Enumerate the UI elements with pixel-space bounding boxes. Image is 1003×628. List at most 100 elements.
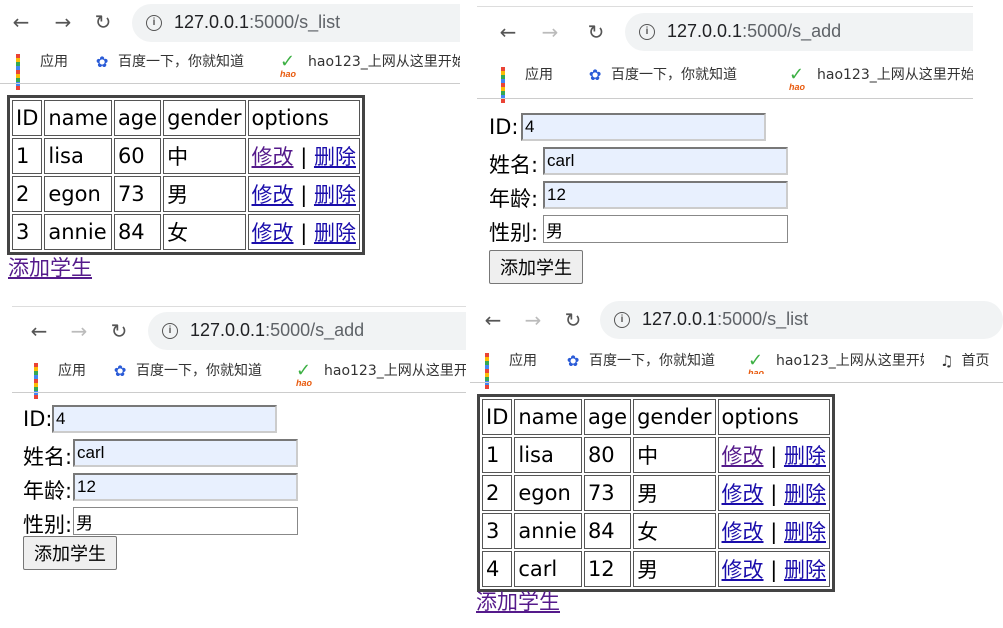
bookmark-baidu[interactable]: ✿ 百度一下，你就知道 bbox=[94, 49, 244, 75]
name-field[interactable] bbox=[73, 439, 298, 467]
bookmark-hao123[interactable]: ✓ hao hao123_上网从这里开始 bbox=[294, 358, 466, 388]
age-field[interactable] bbox=[543, 181, 788, 209]
table-row: 1 lisa 80 中 修改 | 删除 bbox=[482, 437, 830, 473]
table-row: 3 annie 84 女 修改 | 删除 bbox=[482, 513, 830, 549]
back-icon[interactable]: ← bbox=[482, 300, 504, 340]
browser-window-list-1: ← → ↻ i 127.0.0.1:5000/s_list 应用 ✿ 百度一下，你… bbox=[0, 0, 460, 285]
add-student-link[interactable]: 添加学生 bbox=[8, 252, 92, 282]
address-bar[interactable]: i 127.0.0.1:5000/s_add bbox=[625, 13, 973, 51]
back-icon[interactable]: ← bbox=[497, 12, 519, 52]
reload-icon[interactable]: ↻ bbox=[92, 2, 114, 42]
header-options: options bbox=[247, 100, 360, 136]
cell-name: lisa bbox=[44, 138, 112, 174]
cell-id: 3 bbox=[12, 214, 43, 250]
bookmark-apps[interactable]: 应用 bbox=[16, 49, 68, 90]
delete-link[interactable]: 删除 bbox=[784, 444, 826, 468]
table-header-row: ID name age gender options bbox=[482, 399, 830, 435]
header-gender: gender bbox=[163, 100, 246, 136]
submit-button[interactable]: 添加学生 bbox=[23, 536, 117, 570]
forward-icon[interactable]: → bbox=[68, 311, 90, 351]
cell-id: 2 bbox=[12, 176, 43, 212]
bookmark-apps[interactable]: 应用 bbox=[34, 358, 86, 399]
hao123-icon: ✓ hao bbox=[280, 51, 297, 79]
cell-name: lisa bbox=[514, 437, 582, 473]
edit-link[interactable]: 修改 bbox=[252, 145, 294, 169]
bookmark-apps[interactable]: 应用 bbox=[501, 62, 553, 103]
bookmarks-bar: 应用 ✿ 百度一下，你就知道 ✓ hao hao123_上网从这里开始 bbox=[477, 62, 973, 103]
apps-grid-icon bbox=[485, 353, 501, 389]
address-bar[interactable]: i 127.0.0.1:5000/s_list bbox=[132, 4, 460, 42]
form-row-id: ID: bbox=[23, 404, 323, 438]
name-field[interactable] bbox=[543, 147, 788, 175]
bookmark-baidu[interactable]: ✿ 百度一下，你就知道 bbox=[565, 348, 715, 374]
id-field[interactable] bbox=[52, 405, 277, 433]
cell-gender: 女 bbox=[633, 513, 716, 549]
cell-age: 73 bbox=[113, 176, 162, 212]
forward-icon[interactable]: → bbox=[539, 12, 561, 52]
browser-window-list-2: ← → ↻ i 127.0.0.1:5000/s_list 应用 ✿ 百度一下，你… bbox=[470, 300, 1003, 628]
back-icon[interactable]: ← bbox=[28, 311, 50, 351]
edit-link[interactable]: 修改 bbox=[252, 221, 294, 245]
add-student-link[interactable]: 添加学生 bbox=[476, 586, 560, 616]
edit-link[interactable]: 修改 bbox=[722, 482, 764, 506]
delete-link[interactable]: 删除 bbox=[314, 221, 356, 245]
delete-link[interactable]: 删除 bbox=[784, 482, 826, 506]
cell-id: 2 bbox=[482, 475, 513, 511]
cell-name: egon bbox=[44, 176, 112, 212]
gender-label: 性别: bbox=[489, 221, 539, 245]
hao123-icon: ✓ hao bbox=[789, 64, 806, 92]
info-icon: i bbox=[639, 24, 655, 40]
bookmark-apps[interactable]: 应用 bbox=[485, 348, 537, 389]
toolbar: ← → ↻ i 127.0.0.1:5000/s_add bbox=[0, 311, 466, 351]
form-row-gender: 性别: bbox=[23, 506, 323, 540]
url-text: 127.0.0.1:5000/s_add bbox=[190, 320, 365, 340]
bookmark-hao123[interactable]: ✓ hao hao123_上网从这里开始 bbox=[746, 348, 924, 374]
edit-link[interactable]: 修改 bbox=[252, 183, 294, 207]
cell-id: 4 bbox=[482, 551, 513, 587]
bookmark-home[interactable]: ♫ 首页 bbox=[940, 348, 989, 374]
header-options: options bbox=[717, 399, 830, 435]
gender-field[interactable] bbox=[543, 215, 788, 243]
cell-age: 12 bbox=[583, 551, 632, 587]
gender-label: 性别: bbox=[23, 513, 73, 537]
add-student-form: ID: 姓名: 年龄: 性别: 添加学生 bbox=[489, 112, 809, 284]
id-field[interactable] bbox=[521, 113, 766, 141]
cell-options: 修改 | 删除 bbox=[247, 138, 360, 174]
delete-link[interactable]: 删除 bbox=[784, 520, 826, 544]
edit-link[interactable]: 修改 bbox=[722, 520, 764, 544]
bookmark-baidu[interactable]: ✿ 百度一下，你就知道 bbox=[112, 358, 262, 384]
edit-link[interactable]: 修改 bbox=[722, 558, 764, 582]
form-row-name: 姓名: bbox=[489, 146, 809, 180]
reload-icon[interactable]: ↻ bbox=[562, 300, 584, 340]
delete-link[interactable]: 删除 bbox=[784, 558, 826, 582]
cell-id: 1 bbox=[482, 437, 513, 473]
link-separator: | bbox=[770, 444, 778, 468]
age-field[interactable] bbox=[73, 473, 298, 501]
bookmark-baidu[interactable]: ✿ 百度一下，你就知道 bbox=[587, 62, 737, 88]
header-name: name bbox=[44, 100, 112, 136]
info-icon: i bbox=[162, 323, 178, 339]
toolbar-divider bbox=[12, 392, 466, 393]
edit-link[interactable]: 修改 bbox=[722, 444, 764, 468]
reload-icon[interactable]: ↻ bbox=[108, 311, 130, 351]
forward-icon[interactable]: → bbox=[522, 300, 544, 340]
bookmark-hao123[interactable]: ✓ hao hao123_上网从这里开始 bbox=[278, 49, 460, 79]
link-separator: | bbox=[770, 520, 778, 544]
submit-button[interactable]: 添加学生 bbox=[489, 250, 583, 284]
form-row-age: 年龄: bbox=[23, 472, 323, 506]
forward-icon[interactable]: → bbox=[52, 2, 74, 42]
name-label: 姓名: bbox=[23, 445, 73, 469]
baidu-paw-icon: ✿ bbox=[566, 352, 580, 370]
reload-icon[interactable]: ↻ bbox=[585, 12, 607, 52]
address-bar[interactable]: i 127.0.0.1:5000/s_list bbox=[600, 301, 1003, 339]
gender-field[interactable] bbox=[73, 507, 298, 535]
back-icon[interactable]: ← bbox=[10, 2, 32, 42]
address-bar[interactable]: i 127.0.0.1:5000/s_add bbox=[148, 312, 466, 350]
link-separator: | bbox=[300, 145, 308, 169]
delete-link[interactable]: 删除 bbox=[314, 183, 356, 207]
delete-link[interactable]: 删除 bbox=[314, 145, 356, 169]
form-row-id: ID: bbox=[489, 112, 809, 146]
toolbar-divider bbox=[477, 98, 973, 99]
bookmark-hao123[interactable]: ✓ hao hao123_上网从这里开始 bbox=[787, 62, 973, 92]
table-row: 3 annie 84 女 修改 | 删除 bbox=[12, 214, 360, 250]
